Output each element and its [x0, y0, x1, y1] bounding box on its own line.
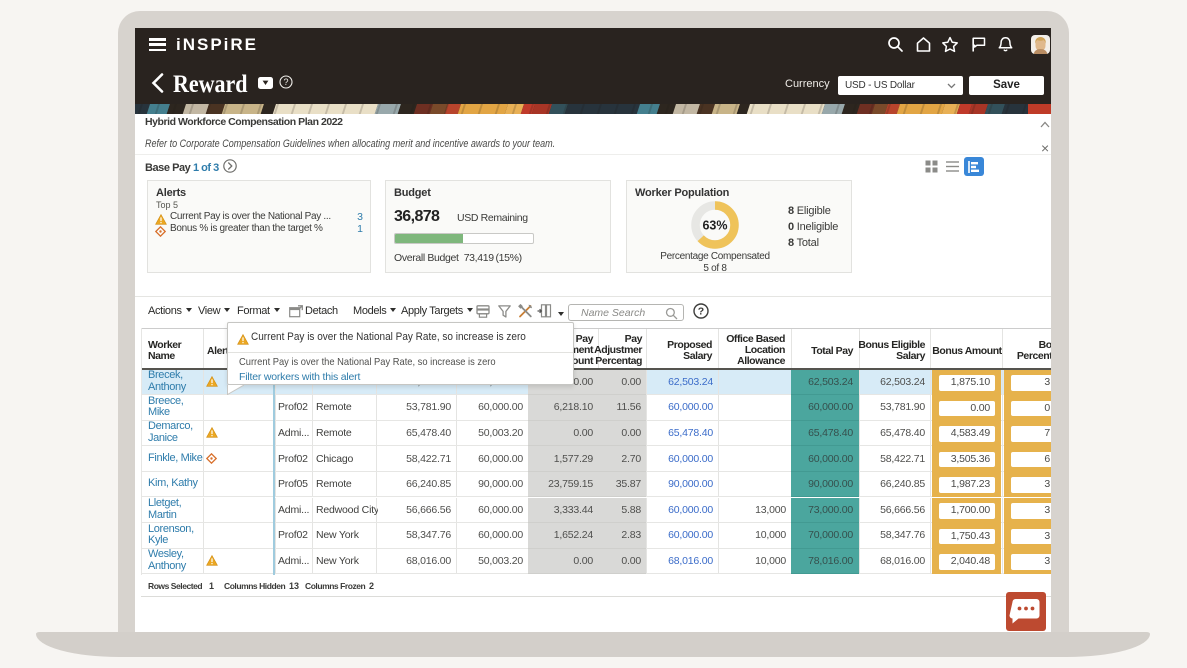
svg-text:?: ? [283, 77, 288, 87]
svg-text:63%: 63% [702, 219, 727, 233]
svg-text:?: ? [698, 306, 704, 318]
